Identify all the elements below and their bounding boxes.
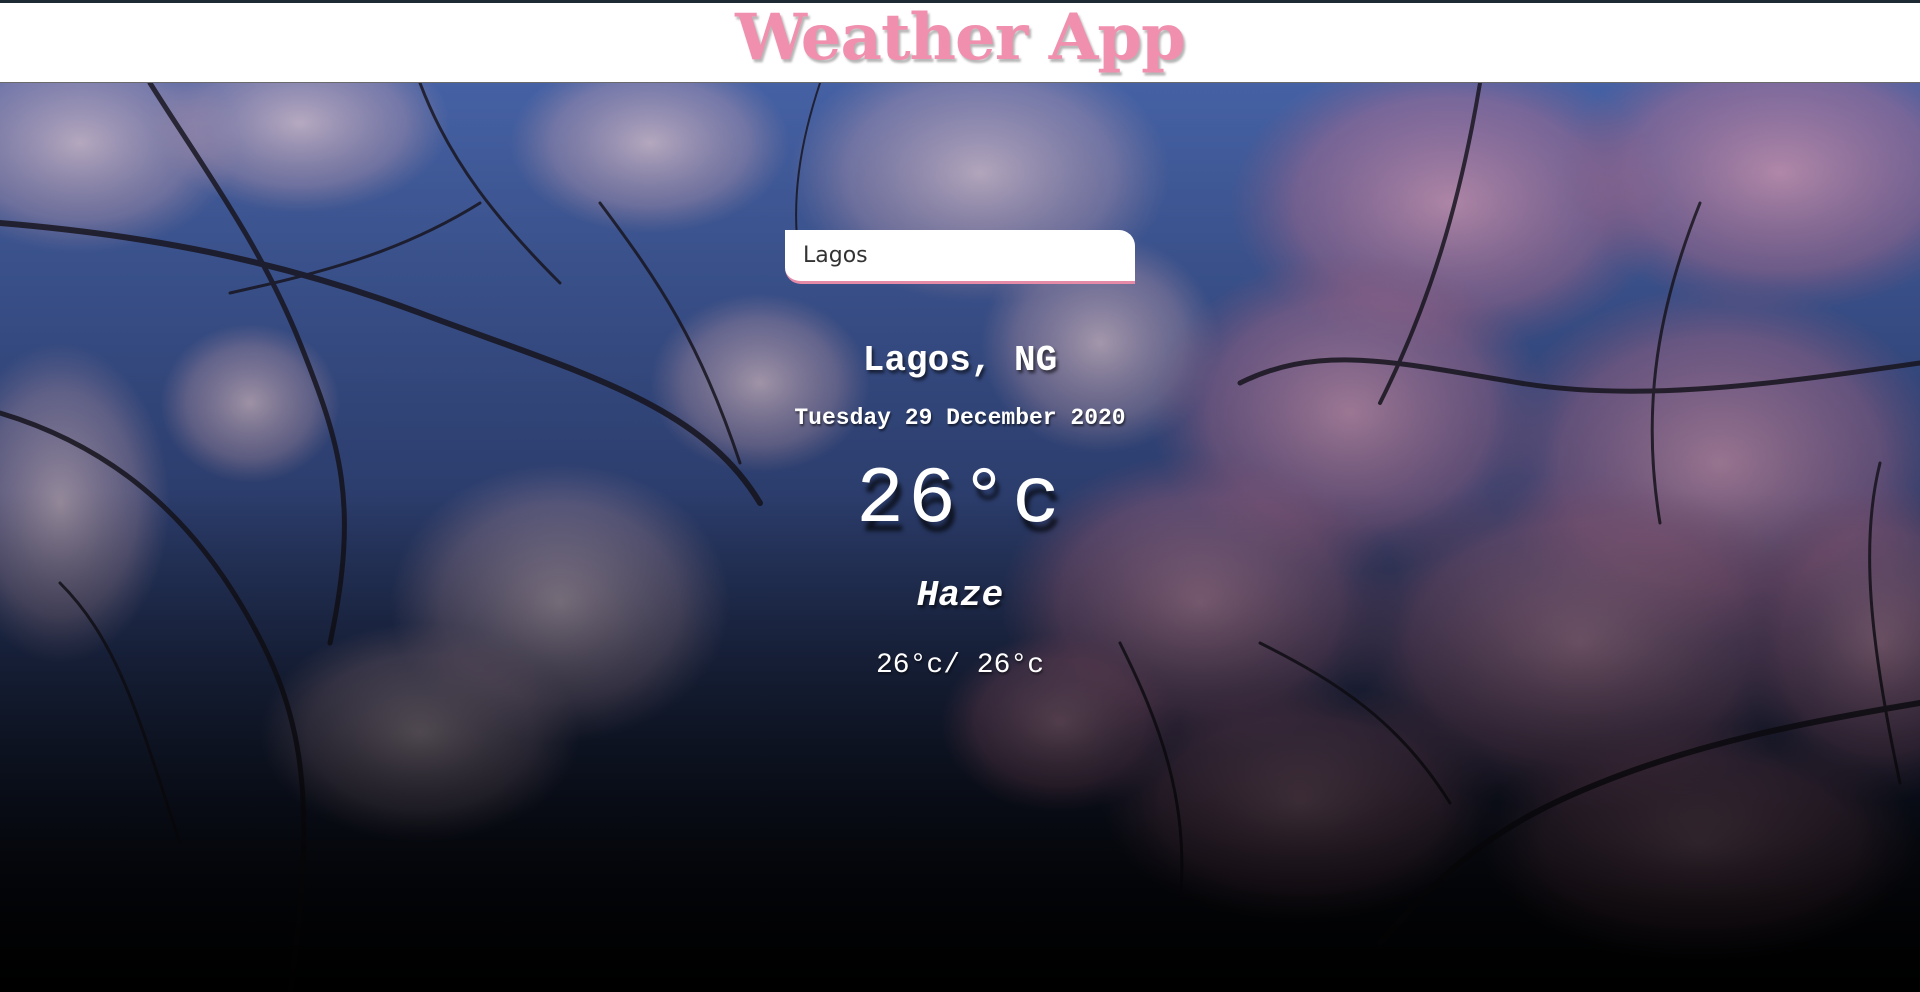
weather-condition: Haze bbox=[916, 575, 1004, 616]
high-low-temperature: 26°c/ 26°c bbox=[875, 650, 1045, 681]
app-title: Weather App bbox=[735, 0, 1186, 75]
location-name: Lagos, NG bbox=[862, 340, 1058, 381]
app-header: Weather App bbox=[0, 0, 1920, 83]
weather-app-page: Weather App Lagos Lagos, NG Tuesday 29 D… bbox=[0, 0, 1920, 992]
search-input[interactable] bbox=[785, 230, 1135, 284]
current-date: Tuesday 29 December 2020 bbox=[794, 405, 1126, 431]
current-temperature: 26°c bbox=[855, 455, 1065, 546]
